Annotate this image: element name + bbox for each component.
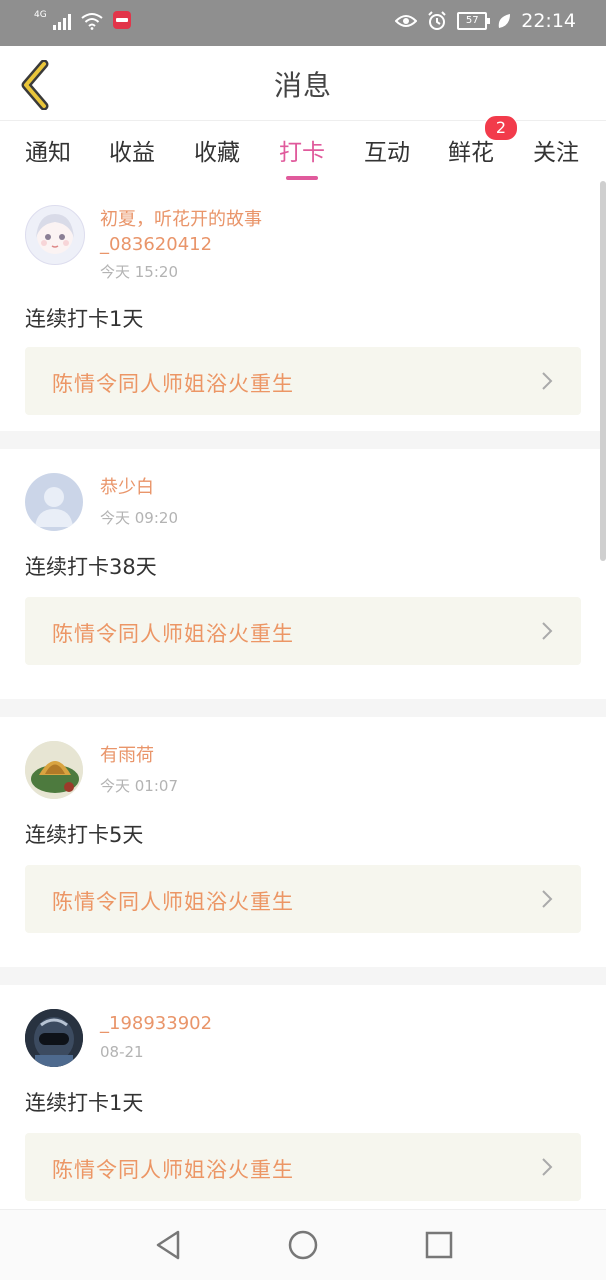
circle-home-icon <box>288 1230 318 1260</box>
helmet-avatar-image <box>25 1009 83 1067</box>
system-nav-bar <box>0 1209 606 1280</box>
checkin-text: 连续打卡38天 <box>25 555 157 579</box>
square-recents-icon <box>425 1231 453 1259</box>
chevron-right-icon <box>542 890 553 908</box>
scrollbar[interactable] <box>600 181 606 561</box>
book-link[interactable]: 陈情令同人师姐浴火重生 <box>25 597 581 665</box>
chevron-right-icon <box>542 1158 553 1176</box>
page-title: 消息 <box>273 69 332 102</box>
book-title: 陈情令同人师姐浴火重生 <box>52 890 294 914</box>
alarm-icon <box>428 11 446 30</box>
avatar[interactable] <box>25 1009 83 1067</box>
checkin-text: 连续打卡1天 <box>25 307 144 331</box>
tab-favorites[interactable]: 收藏 <box>194 133 240 167</box>
username[interactable]: _198933902 <box>100 1011 310 1036</box>
triangle-back-icon <box>156 1230 180 1260</box>
default-user-avatar-image <box>35 487 73 527</box>
book-link[interactable]: 陈情令同人师姐浴火重生 <box>25 1133 581 1201</box>
tab-label: 关注 <box>533 140 579 166</box>
avatar[interactable] <box>25 741 83 799</box>
eye-icon <box>395 15 418 27</box>
checkin-text: 连续打卡5天 <box>25 823 144 847</box>
status-time: 22:14 <box>521 10 576 32</box>
unread-badge: 2 <box>484 115 518 141</box>
tab-label: 打卡 <box>279 140 325 166</box>
checkin-text: 连续打卡1天 <box>25 1091 144 1115</box>
battery-indicator: 57 <box>457 12 491 30</box>
timestamp: 08-21 <box>100 1043 144 1061</box>
username[interactable]: 初夏，听花开的故事_083620412 <box>100 207 310 257</box>
avatar[interactable] <box>25 205 85 265</box>
network-type: 4G <box>34 10 47 20</box>
checkin-feed: 初夏，听花开的故事_083620412 今天 15:20 连续打卡1天 陈情令同… <box>0 181 606 1253</box>
header: 消息 <box>0 46 606 120</box>
leaf-icon <box>498 14 511 28</box>
tab-flowers[interactable]: 鲜花 2 <box>448 115 518 167</box>
tab-label: 收益 <box>109 140 155 166</box>
wifi-icon <box>81 13 103 30</box>
tab-checkin[interactable]: 打卡 <box>279 133 325 180</box>
tab-label: 互动 <box>364 140 410 166</box>
book-title: 陈情令同人师姐浴火重生 <box>52 622 294 646</box>
status-left: 4G <box>34 10 131 30</box>
book-title: 陈情令同人师姐浴火重生 <box>52 372 294 396</box>
list-item: 有雨荷 今天 01:07 连续打卡5天 陈情令同人师姐浴火重生 <box>0 717 606 967</box>
tab-earnings[interactable]: 收益 <box>109 133 155 167</box>
timestamp: 今天 09:20 <box>100 509 178 527</box>
chevron-right-icon <box>542 372 553 390</box>
username[interactable]: 恭少白 <box>100 475 310 500</box>
avatar[interactable] <box>25 473 83 531</box>
nav-home-button[interactable] <box>286 1228 320 1262</box>
nav-back-button[interactable] <box>152 1228 186 1262</box>
chevron-right-icon <box>542 622 553 640</box>
list-item: 恭少白 今天 09:20 连续打卡38天 陈情令同人师姐浴火重生 <box>0 449 606 699</box>
list-item: _198933902 08-21 连续打卡1天 陈情令同人师姐浴火重生 <box>0 985 606 1235</box>
timestamp: 今天 01:07 <box>100 777 178 795</box>
lotus-avatar-image <box>25 741 83 799</box>
signal-icon <box>52 12 71 30</box>
book-link[interactable]: 陈情令同人师姐浴火重生 <box>25 865 581 933</box>
book-link[interactable]: 陈情令同人师姐浴火重生 <box>25 347 581 415</box>
nav-recents-button[interactable] <box>422 1228 456 1262</box>
list-item: 初夏，听花开的故事_083620412 今天 15:20 连续打卡1天 陈情令同… <box>0 181 606 431</box>
tab-label: 通知 <box>25 140 71 166</box>
status-bar: 4G 57 22:14 <box>0 0 606 46</box>
status-right: 57 22:14 <box>395 10 576 32</box>
tab-bar: 通知 收益 收藏 打卡 互动 鲜花 2 关注 <box>0 115 606 181</box>
anime-girl-avatar-image <box>36 214 74 254</box>
tab-interaction[interactable]: 互动 <box>364 133 410 167</box>
username[interactable]: 有雨荷 <box>100 743 310 768</box>
tab-following[interactable]: 关注 <box>533 133 579 167</box>
tab-notifications[interactable]: 通知 <box>25 133 71 167</box>
active-tab-indicator <box>286 176 318 180</box>
timestamp: 今天 15:20 <box>100 263 178 281</box>
app-notification-icon <box>112 11 131 29</box>
tab-label: 鲜花 <box>448 140 494 166</box>
book-title: 陈情令同人师姐浴火重生 <box>52 1158 294 1182</box>
tab-label: 收藏 <box>194 140 240 166</box>
